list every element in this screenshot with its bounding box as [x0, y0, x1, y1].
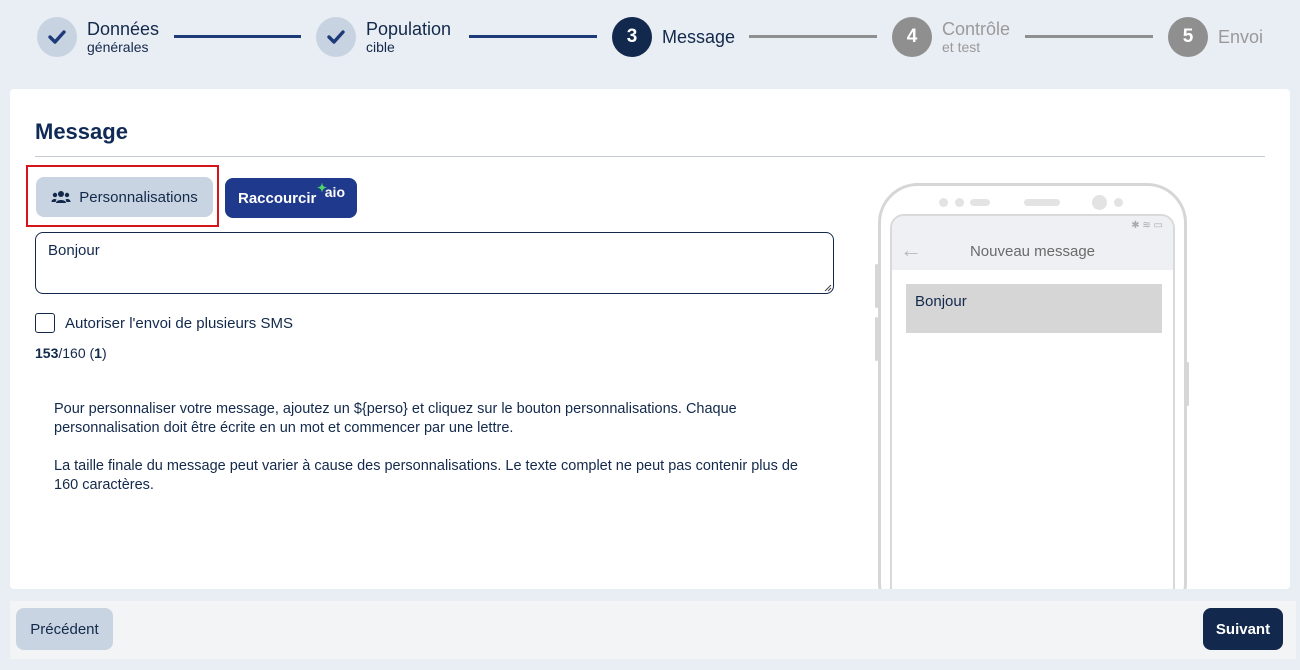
- sms-bubble: Bonjour: [906, 284, 1162, 333]
- phone-side-button: [875, 317, 878, 361]
- footer-bar: [10, 601, 1296, 659]
- step-connector: [174, 35, 301, 38]
- phone-preview: ✱ ≋ ▭ ← Nouveau message Bonjour: [878, 183, 1187, 589]
- step-sublabel: cible: [366, 39, 395, 55]
- step-label: Envoi: [1218, 27, 1264, 47]
- phone-header-title: Nouveau message: [969, 243, 1096, 260]
- multi-sms-label: Autoriser l'envoi de plusieurs SMS: [65, 314, 293, 332]
- step-message[interactable]: 3 Message: [612, 16, 735, 58]
- raccourcir-label: Raccourcir: [238, 189, 317, 207]
- step-population-cible[interactable]: Population cible: [316, 16, 451, 58]
- camera-dot: [939, 198, 948, 207]
- step-connector: [1025, 35, 1153, 38]
- raccourcir-button[interactable]: Raccourcir ✦ aio: [225, 178, 357, 218]
- help-paragraph: La taille finale du message peut varier …: [54, 458, 798, 493]
- counter-max: /160 (: [58, 345, 95, 361]
- aio-logo: aio: [324, 184, 345, 200]
- phone-screen: ✱ ≋ ▭ ← Nouveau message Bonjour: [890, 214, 1175, 589]
- step-sublabel: générales: [87, 39, 149, 55]
- phone-side-button: [1186, 362, 1189, 406]
- step-connector: [749, 35, 877, 38]
- phone-header: ✱ ≋ ▭ ← Nouveau message: [892, 216, 1173, 270]
- step-number: 3: [612, 17, 652, 57]
- multi-sms-checkbox[interactable]: [35, 313, 55, 333]
- step-label: Population: [366, 19, 452, 39]
- step-sublabel: et test: [942, 39, 981, 55]
- camera-dot: [955, 198, 964, 207]
- message-card: Message Personnalisations Raccourcir ✦ a…: [10, 89, 1290, 589]
- step-envoi[interactable]: 5 Envoi: [1168, 16, 1263, 58]
- help-text: Pour personnaliser votre message, ajoute…: [54, 400, 814, 495]
- personnalisations-button[interactable]: Personnalisations: [36, 177, 213, 217]
- highlight-box: Personnalisations: [26, 165, 219, 227]
- counter-close: ): [101, 345, 107, 361]
- phone-side-button: [875, 264, 878, 308]
- progress-stepper: Données générales Population cible 3 Mes…: [0, 0, 1300, 80]
- step-number: 4: [892, 17, 932, 57]
- previous-button[interactable]: Précédent: [16, 608, 113, 650]
- camera-dot: [1114, 198, 1123, 207]
- step-label: Message: [662, 27, 736, 47]
- speaker-grille: [1024, 199, 1060, 206]
- check-icon: [316, 17, 356, 57]
- front-camera: [1092, 195, 1107, 210]
- check-icon: [37, 17, 77, 57]
- step-number: 5: [1168, 17, 1208, 57]
- step-label: Contrôle: [942, 19, 1011, 39]
- character-counter: 153/160 (1): [35, 345, 107, 361]
- page-title: Message: [35, 119, 128, 144]
- message-textarea[interactable]: Bonjour: [35, 232, 834, 294]
- counter-remaining: 153: [35, 345, 59, 361]
- users-icon: [51, 191, 71, 203]
- speaker-grille: [970, 199, 990, 206]
- help-paragraph: Pour personnaliser votre message, ajoute…: [54, 401, 737, 436]
- resize-grip-icon[interactable]: [822, 282, 832, 292]
- step-controle-et-test[interactable]: 4 Contrôle et test: [892, 16, 1010, 58]
- step-label: Données: [87, 19, 160, 39]
- counter-sms-count: 1: [94, 345, 102, 361]
- status-icons: ✱ ≋ ▭: [1131, 220, 1163, 231]
- personnalisations-label: Personnalisations: [79, 188, 198, 206]
- divider: [35, 156, 1265, 157]
- next-button[interactable]: Suivant: [1203, 608, 1283, 650]
- multi-sms-option[interactable]: Autoriser l'envoi de plusieurs SMS: [35, 313, 293, 333]
- step-donnees-generales[interactable]: Données générales: [37, 16, 159, 58]
- step-connector: [469, 35, 597, 38]
